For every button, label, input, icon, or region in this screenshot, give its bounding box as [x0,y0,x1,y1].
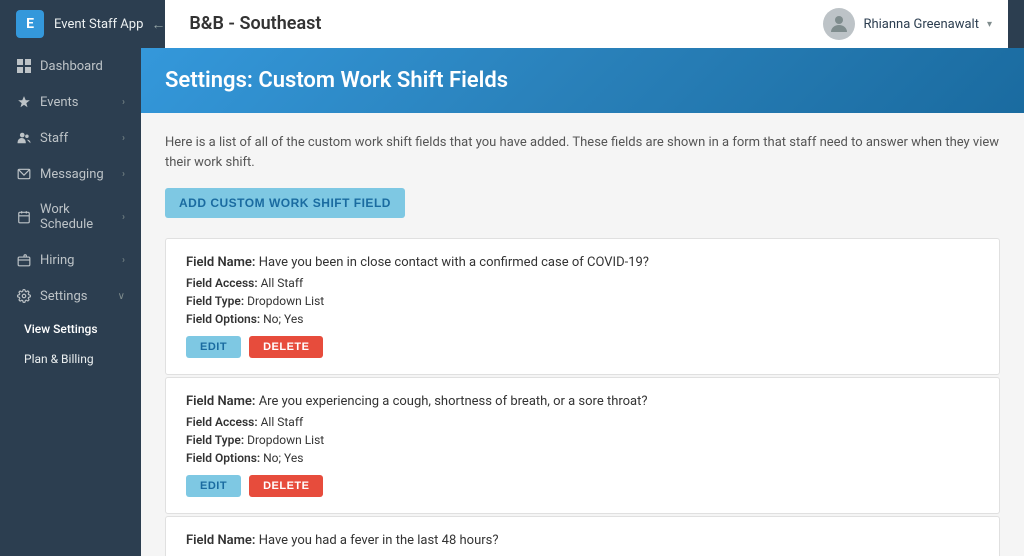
delete-button[interactable]: DELETE [249,475,323,497]
page-header-title: Settings: Custom Work Shift Fields [165,68,1000,93]
field-card: Field Name: Have you had a fever in the … [165,516,1000,556]
sidebar-item-messaging[interactable]: Messaging › [0,156,141,192]
field-card: Field Name: Are you experiencing a cough… [165,377,1000,514]
chevron-right-icon: › [122,97,125,108]
field-actions: EDIT DELETE [186,336,979,358]
main-area: Settings: Custom Work Shift Fields Here … [141,48,1024,556]
sidebar-item-hiring-label: Hiring [40,253,114,268]
grid-icon [16,58,32,74]
field-options: Field Options: No; Yes [186,312,979,326]
delete-button[interactable]: DELETE [249,336,323,358]
field-type: Field Type: Dropdown List [186,294,979,308]
sidebar-item-hiring[interactable]: Hiring › [0,242,141,278]
sidebar-item-messaging-label: Messaging [40,167,114,182]
chevron-down-icon: ∨ [118,291,125,302]
field-type: Field Type: Dropdown List [186,433,979,447]
app-logo: E [16,10,44,38]
sidebar-item-settings-label: Settings [40,289,110,304]
field-name-text: Field Name: Have you had a fever in the … [186,533,979,548]
field-cards-list: Field Name: Have you been in close conta… [165,238,1000,556]
page-title: B&B - Southeast [165,0,807,48]
sidebar-sub-item-plan-billing-label: Plan & Billing [24,352,94,366]
gear-icon [16,288,32,304]
sidebar-item-events[interactable]: Events › [0,84,141,120]
field-actions: EDIT DELETE [186,475,979,497]
field-access: Field Access: All Staff [186,276,979,290]
topbar-user-area: Rhianna Greenawalt ▾ [807,0,1008,48]
chevron-right-icon: › [122,255,125,266]
field-access: Field Access: All Staff [186,415,979,429]
content-description: Here is a list of all of the custom work… [165,133,1000,172]
content-area: Here is a list of all of the custom work… [141,113,1024,556]
sidebar-sub-item-plan-billing[interactable]: Plan & Billing [0,344,141,374]
field-name-text: Field Name: Have you been in close conta… [186,255,979,270]
chevron-right-icon: › [122,212,125,223]
mail-icon [16,166,32,182]
chevron-right-icon: › [122,169,125,180]
sidebar-item-events-label: Events [40,95,114,110]
avatar [823,8,855,40]
sidebar-toggle-icon[interactable]: ← [151,16,165,33]
sidebar-item-staff[interactable]: Staff › [0,120,141,156]
sidebar-item-staff-label: Staff [40,131,114,146]
user-dropdown-icon[interactable]: ▾ [987,19,992,30]
calendar-icon [16,209,32,225]
field-options: Field Options: No; Yes [186,451,979,465]
chevron-right-icon: › [122,133,125,144]
sidebar-item-work-schedule-label: Work Schedule [40,202,114,232]
edit-button[interactable]: EDIT [186,336,241,358]
sidebar-sub-item-view-settings[interactable]: View Settings [0,314,141,344]
sidebar-item-work-schedule[interactable]: Work Schedule › [0,192,141,242]
sidebar: Dashboard Events › Staff › [0,48,141,556]
field-card: Field Name: Have you been in close conta… [165,238,1000,375]
user-name: Rhianna Greenawalt [863,17,979,32]
topbar: E Event Staff App ← B&B - Southeast Rhia… [0,0,1024,48]
sidebar-sub-item-view-settings-label: View Settings [24,322,98,336]
add-custom-field-button[interactable]: ADD CUSTOM WORK SHIFT FIELD [165,188,405,218]
star-icon [16,94,32,110]
sidebar-item-dashboard-label: Dashboard [40,59,125,74]
page-header: Settings: Custom Work Shift Fields [141,48,1024,113]
field-name-text: Field Name: Are you experiencing a cough… [186,394,979,409]
edit-button[interactable]: EDIT [186,475,241,497]
sidebar-item-dashboard[interactable]: Dashboard [0,48,141,84]
briefcase-icon [16,252,32,268]
sidebar-item-settings[interactable]: Settings ∨ [0,278,141,314]
layout: Dashboard Events › Staff › [0,48,1024,556]
app-name: Event Staff App [54,17,143,32]
people-icon [16,130,32,146]
